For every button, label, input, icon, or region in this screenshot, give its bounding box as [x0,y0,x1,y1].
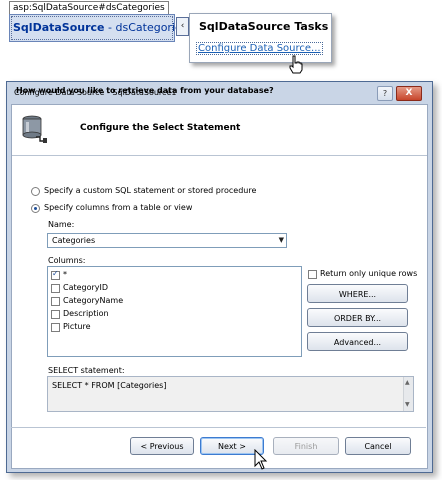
column-label[interactable]: Picture [63,322,91,331]
tasks-panel: SqlDataSource Tasks Configure Data Sourc… [189,13,332,63]
where-button[interactable]: WHERE... [307,284,408,303]
column-label[interactable]: CategoryID [63,283,108,292]
order-by-button[interactable]: ORDER BY... [307,308,408,327]
finish-button: Finish [273,437,339,455]
column-checkbox[interactable] [51,323,60,332]
column-checkbox[interactable] [51,297,60,306]
step-title: Configure the Select Statement [80,123,241,133]
control-type-tag: asp:SqlDataSource#dsCategories [9,1,169,15]
select-statement-label: SELECT statement: [48,366,125,375]
retrieval-question: How would you like to retrieve data from… [16,86,274,95]
tasks-title: SqlDataSource Tasks [199,20,329,33]
footer-divider [11,427,426,428]
radio-table-columns[interactable] [31,204,40,213]
wizard-header: Configure the Select Statement [12,105,427,156]
columns-label: Columns: [48,256,86,265]
configure-data-source-link[interactable]: Configure Data Source... [196,42,323,55]
control-caption: SqlDataSource - dsCategories [13,21,188,34]
unique-rows-checkbox[interactable] [308,270,317,279]
arrow-cursor-icon [254,448,268,474]
cancel-button[interactable]: Cancel [345,437,411,455]
column-label[interactable]: * [63,270,67,279]
select-statement-text: SELECT * FROM [Categories] [52,381,167,390]
select-statement-box[interactable]: SELECT * FROM [Categories] ▲ ▼ [47,376,414,412]
database-icon [22,115,48,146]
columns-list[interactable]: * CategoryID CategoryName Description Pi… [47,266,302,357]
table-name-value: Categories [52,236,96,245]
unique-rows-label[interactable]: Return only unique rows [320,269,417,278]
select-statement-scrollbar[interactable]: ▲ ▼ [403,377,413,411]
advanced-button[interactable]: Advanced... [307,332,408,351]
table-name-select[interactable]: Categories ▼ [47,233,287,248]
column-checkbox[interactable] [51,269,60,280]
radio-table-columns-label[interactable]: Specify columns from a table or view [44,203,192,212]
smart-tag-button[interactable]: ‹ [176,17,189,36]
help-button[interactable]: ? [377,86,393,101]
column-checkbox[interactable] [51,284,60,293]
hand-cursor-icon [288,55,304,78]
scroll-up-icon[interactable]: ▲ [405,379,410,386]
scroll-down-icon[interactable]: ▼ [405,401,410,408]
radio-custom-sql[interactable] [31,187,40,196]
control-caption-type: SqlDataSource [13,21,105,34]
column-label[interactable]: Description [63,309,109,318]
chevron-down-icon: ▼ [278,236,284,244]
name-label: Name: [48,220,75,229]
radio-custom-sql-label[interactable]: Specify a custom SQL statement or stored… [44,186,256,195]
previous-button[interactable]: < Previous [130,437,194,455]
column-label[interactable]: CategoryName [63,296,123,305]
column-checkbox[interactable] [51,310,60,319]
close-button[interactable]: X [396,86,422,101]
